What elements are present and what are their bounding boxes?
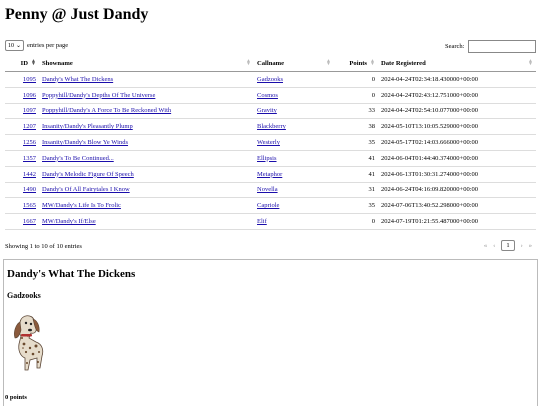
dog-id-link[interactable]: 1096 — [23, 92, 36, 99]
points-cell: 0 — [334, 71, 378, 88]
length-control: 10 ⌄ entries per page — [5, 40, 68, 51]
length-label: entries per page — [27, 42, 69, 49]
next-page-button[interactable]: › — [521, 242, 523, 249]
pagination: « ‹ 1 › » — [484, 240, 532, 251]
points-cell: 41 — [334, 150, 378, 167]
points-cell: 35 — [334, 134, 378, 151]
detail-showname: Dandy's What The Dickens — [7, 268, 136, 280]
date-cell: 2024-06-13T01:30:31.274000+00:00 — [378, 166, 536, 183]
first-page-button[interactable]: « — [484, 242, 487, 249]
search-label: Search: — [445, 43, 465, 50]
callname-link[interactable]: Elif — [257, 218, 267, 225]
points-cell: 0 — [334, 213, 378, 230]
showname-link[interactable]: Insanity/Dandy's Pleasantly Plump — [42, 123, 133, 130]
sort-icon: ▲ ▼ — [528, 59, 533, 67]
callname-link[interactable]: Ellipsis — [257, 155, 277, 162]
header-id[interactable]: ID ▲ ▼ — [5, 56, 39, 72]
table-row: 1256 Insanity/Dandy's Blow Ye Winds Wester… — [5, 134, 536, 151]
dog-id-link[interactable]: 1097 — [23, 107, 36, 114]
callname-link[interactable]: Capriole — [257, 202, 279, 209]
showname-link[interactable]: Poppyhill/Dandy's A Force To Be Reckoned… — [42, 107, 171, 114]
dog-id-link[interactable]: 1207 — [23, 123, 36, 130]
callname-link[interactable]: Gadzooks — [257, 76, 283, 83]
date-cell: 2024-07-06T13:40:52.298000+00:00 — [378, 197, 536, 215]
table-row: 1667 MW/Dandy's If/Else Elif 0 2024-07-19T01… — [5, 213, 536, 230]
dog-id-link[interactable]: 1442 — [23, 171, 36, 178]
callname-link[interactable]: Cosmos — [257, 92, 278, 99]
search-control: Search: — [445, 40, 536, 53]
header-callname[interactable]: Callname ▲ ▼ — [254, 56, 334, 72]
dog-id-link[interactable]: 1357 — [23, 155, 36, 162]
showname-link[interactable]: Dandy's Melodic Figure Of Speech — [42, 171, 134, 178]
table-row: 1490 Dandy's Of All Fairytales I Know Nove… — [5, 182, 536, 199]
detail-panel: Dandy's What The Dickens Gadzooks 0 poin… — [3, 259, 538, 406]
sort-asc-icon: ▲ ▼ — [31, 59, 36, 67]
showname-link[interactable]: MW/Dandy's If/Else — [42, 218, 96, 225]
showname-link[interactable]: Dandy's What The Dickens — [42, 76, 113, 83]
date-cell: 2024-06-04T01:44:40.374000+00:00 — [378, 150, 536, 167]
points-cell: 38 — [334, 118, 378, 136]
sort-icon: ▲ ▼ — [326, 59, 331, 67]
dog-illustration-icon — [14, 315, 44, 371]
date-cell: 2024-07-19T01:21:55.487000+00:00 — [378, 213, 536, 230]
table-row: 1097 Poppyhill/Dandy's A Force To Be Reck… — [5, 103, 536, 120]
points-cell: 41 — [334, 166, 378, 183]
showname-link[interactable]: Dandy's Of All Fairytales I Know — [42, 186, 130, 193]
table-info: Showing 1 to 10 of 10 entries — [5, 243, 82, 250]
page-1-button[interactable]: 1 — [501, 240, 515, 251]
showname-link[interactable]: Dandy's To Be Continued... — [42, 155, 114, 162]
last-page-button[interactable]: » — [529, 242, 532, 249]
entries-per-page-select[interactable]: 10 ⌄ — [5, 40, 25, 51]
table-row: 1565 MW/Dandy's Life Is To Frolic Capriole… — [5, 197, 536, 215]
showname-link[interactable]: Poppyhill/Dandy's Depths Of The Universe — [42, 92, 155, 99]
callname-link[interactable]: Gravity — [257, 107, 277, 114]
date-cell: 2024-05-17T02:14:03.666000+00:00 — [378, 134, 536, 151]
sort-icon: ▲ ▼ — [246, 59, 251, 67]
date-cell: 2024-04-24T02:43:12.751000+00:00 — [378, 87, 536, 104]
search-input[interactable] — [467, 40, 536, 53]
sort-icon: ▲ ▼ — [370, 59, 375, 67]
table-row: 1096 Poppyhill/Dandy's Depths Of The Univ… — [5, 87, 536, 104]
dog-id-link[interactable]: 1565 — [23, 202, 36, 209]
detail-callname: Gadzooks — [7, 291, 41, 300]
points-cell: 35 — [334, 197, 378, 215]
points-cell: 0 — [334, 87, 378, 104]
callname-link[interactable]: Novella — [257, 186, 278, 193]
date-cell: 2024-04-24T02:34:18.430000+00:00 — [378, 71, 536, 88]
date-cell: 2024-06-24T04:16:09.820000+00:00 — [378, 182, 536, 199]
table-row: 1095 Dandy's What The Dickens Gadzooks 0 202… — [5, 71, 536, 88]
detail-points: 0 points — [5, 394, 27, 401]
showname-link[interactable]: Insanity/Dandy's Blow Ye Winds — [42, 139, 128, 146]
points-cell: 31 — [334, 182, 378, 199]
table-row: 1442 Dandy's Melodic Figure Of Speech Meta… — [5, 166, 536, 183]
callname-link[interactable]: Blackberry — [257, 123, 286, 130]
prev-page-button[interactable]: ‹ — [493, 242, 495, 249]
points-cell: 33 — [334, 103, 378, 120]
page-title: Penny @ Just Dandy — [5, 6, 149, 23]
callname-link[interactable]: Westerly — [257, 139, 280, 146]
dogs-table: ID ▲ ▼ Showname ▲ ▼ Callname ▲ ▼ Points ▲ ▼ Date… — [5, 56, 536, 230]
header-showname[interactable]: Showname ▲ ▼ — [39, 56, 254, 72]
table-row: 1207 Insanity/Dandy's Pleasantly Plump Bla… — [5, 118, 536, 136]
showname-link[interactable]: MW/Dandy's Life Is To Frolic — [42, 202, 121, 209]
callname-link[interactable]: Metaphor — [257, 171, 282, 178]
date-cell: 2024-04-24T02:54:10.077000+00:00 — [378, 103, 536, 120]
dog-id-link[interactable]: 1667 — [23, 218, 36, 225]
date-cell: 2024-05-10T13:10:05.529000+00:00 — [378, 118, 536, 136]
dog-id-link[interactable]: 1095 — [23, 76, 36, 83]
table-row: 1357 Dandy's To Be Continued... Ellipsis 41… — [5, 150, 536, 167]
header-points[interactable]: Points ▲ ▼ — [334, 56, 378, 72]
chevron-down-icon: ⌄ — [16, 43, 22, 49]
dog-id-link[interactable]: 1256 — [23, 139, 36, 146]
dog-id-link[interactable]: 1490 — [23, 186, 36, 193]
header-date[interactable]: Date Registered ▲ ▼ — [378, 56, 536, 72]
